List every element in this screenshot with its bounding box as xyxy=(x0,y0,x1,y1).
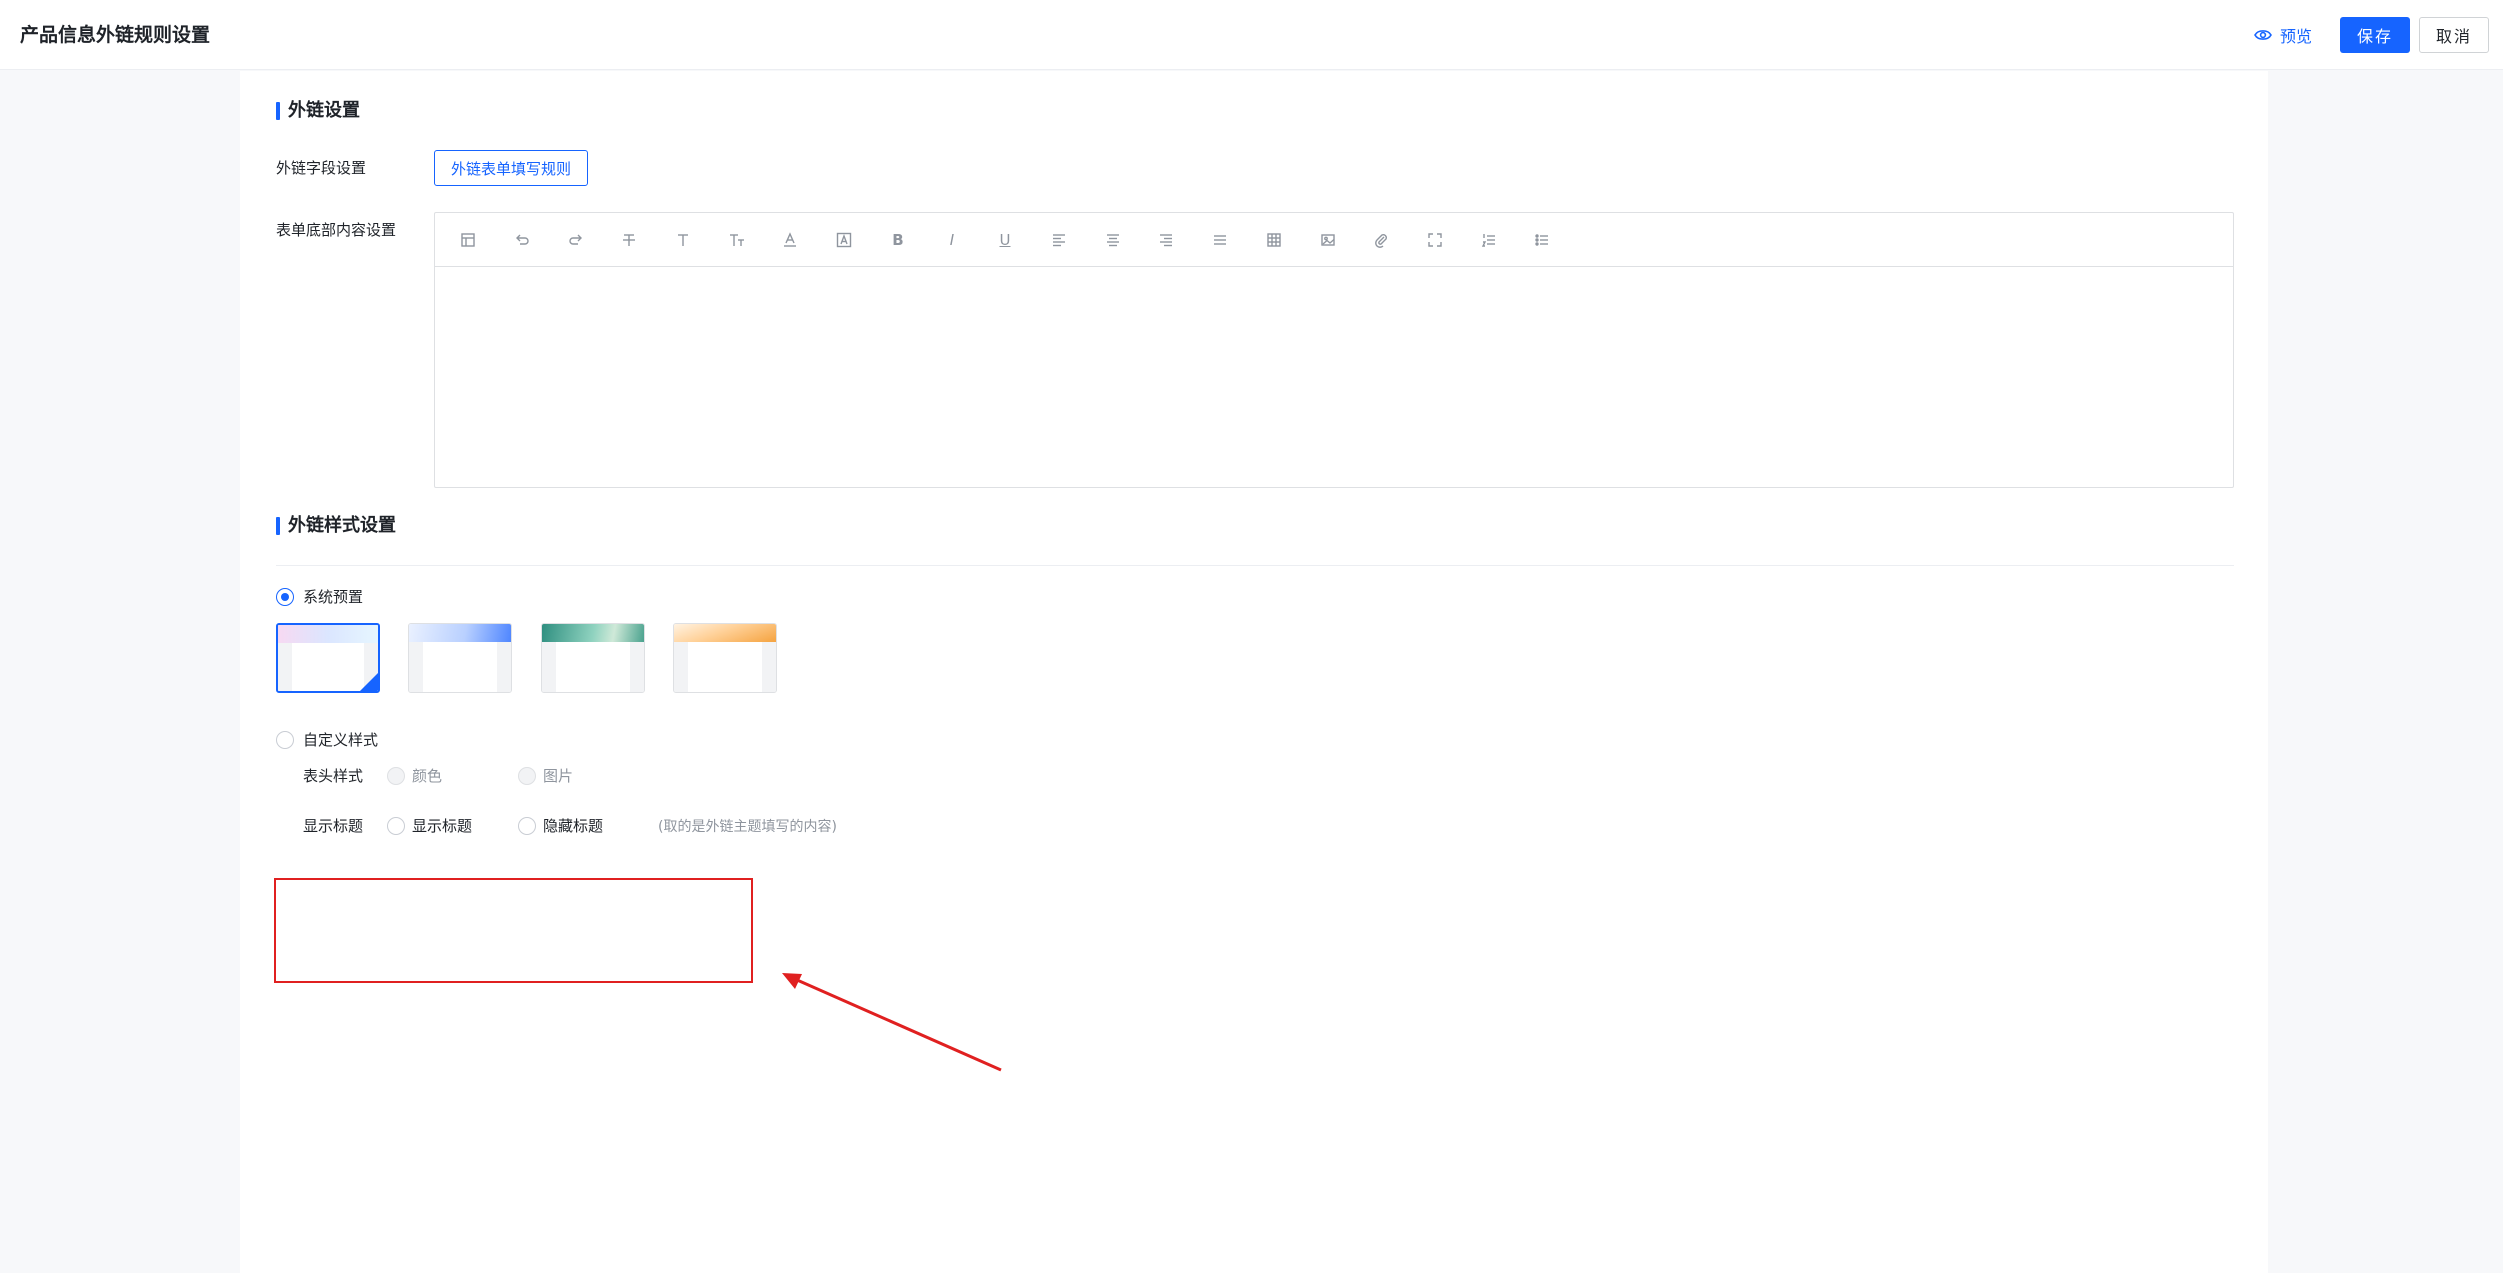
header-style-image-radio[interactable] xyxy=(518,767,536,785)
custom-style-label: 自定义样式 xyxy=(303,731,379,749)
show-title-option-label: 显示标题 xyxy=(412,817,473,835)
preset-thumbnail-green[interactable] xyxy=(541,623,645,693)
editor-content-area[interactable] xyxy=(435,267,2233,487)
underline-icon[interactable]: U xyxy=(992,227,1018,253)
show-title-label: 显示标题 xyxy=(303,817,364,835)
fullscreen-icon[interactable] xyxy=(1422,227,1448,253)
background-color-icon[interactable] xyxy=(831,227,857,253)
preview-label: 预览 xyxy=(2280,27,2313,46)
align-right-icon[interactable] xyxy=(1153,227,1179,253)
align-center-icon[interactable] xyxy=(1100,227,1126,253)
header-style-label: 表头样式 xyxy=(303,767,364,785)
redo-icon[interactable] xyxy=(563,227,589,253)
field-rules-button[interactable]: 外链表单填写规则 xyxy=(434,150,589,186)
ordered-list-icon[interactable] xyxy=(1476,227,1502,253)
preset-style-label: 系统预置 xyxy=(303,588,364,606)
align-left-icon[interactable] xyxy=(1046,227,1072,253)
font-size-icon[interactable] xyxy=(670,227,696,253)
cancel-button[interactable]: 取消 xyxy=(2419,17,2489,53)
page-title: 产品信息外链规则设置 xyxy=(20,24,211,46)
header-style-color-label: 颜色 xyxy=(412,767,443,785)
table-icon[interactable] xyxy=(1261,227,1287,253)
attachment-icon[interactable] xyxy=(1368,227,1394,253)
font-color-icon[interactable] xyxy=(777,227,803,253)
section-title-style-settings: 外链样式设置 xyxy=(276,514,396,538)
editor-toolbar: B I U xyxy=(435,213,2233,267)
top-bar: 产品信息外链规则设置 预览 保存 取消 xyxy=(0,0,2503,70)
selected-check-icon xyxy=(360,673,378,691)
divider xyxy=(276,565,2234,566)
template-icon[interactable] xyxy=(455,227,481,253)
hide-title-radio[interactable] xyxy=(518,817,536,835)
rich-text-editor: B I U xyxy=(434,212,2234,488)
image-icon[interactable] xyxy=(1315,227,1341,253)
eye-icon xyxy=(2254,30,2272,40)
unordered-list-icon[interactable] xyxy=(1529,227,1555,253)
custom-style-radio[interactable] xyxy=(276,731,294,749)
annotation-highlight-box xyxy=(274,878,753,983)
show-title-hint: (取的是外链主题填写的内容) xyxy=(658,819,837,835)
justify-icon[interactable] xyxy=(1207,227,1233,253)
preset-thumbnail-blue[interactable] xyxy=(408,623,512,693)
preset-style-radio[interactable] xyxy=(276,588,294,606)
footer-content-label: 表单底部内容设置 xyxy=(276,221,397,239)
header-style-color-radio[interactable] xyxy=(387,767,405,785)
save-button[interactable]: 保存 xyxy=(2340,17,2410,53)
annotation-arrow-icon xyxy=(782,973,1002,1072)
preset-thumbnail-orange[interactable] xyxy=(673,623,777,693)
text-size-icon[interactable] xyxy=(724,227,750,253)
section-title-link-settings: 外链设置 xyxy=(276,99,360,123)
preview-button[interactable]: 预览 xyxy=(2254,22,2312,48)
main-panel: 外链设置 外链字段设置 外链表单填写规则 表单底部内容设置 B I U 外链样式… xyxy=(240,71,2268,1273)
show-title-radio[interactable] xyxy=(387,817,405,835)
hide-title-option-label: 隐藏标题 xyxy=(543,817,604,835)
preset-thumbnail-pastel[interactable] xyxy=(276,623,380,693)
italic-icon[interactable]: I xyxy=(939,227,965,253)
bold-icon[interactable]: B xyxy=(885,227,911,253)
field-settings-label: 外链字段设置 xyxy=(276,159,367,177)
header-style-image-label: 图片 xyxy=(543,767,574,785)
strikethrough-icon[interactable] xyxy=(616,227,642,253)
undo-icon[interactable] xyxy=(509,227,535,253)
